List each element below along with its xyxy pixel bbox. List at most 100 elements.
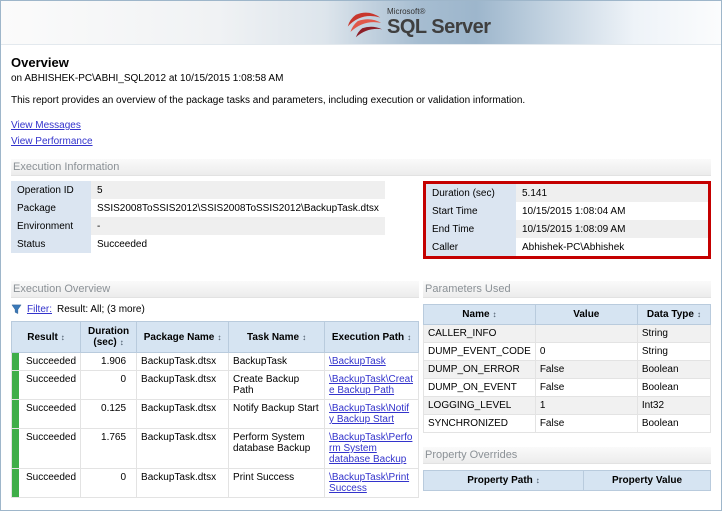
sort-icon[interactable] <box>299 332 306 343</box>
column-header-property-path[interactable]: Property Path <box>423 470 584 491</box>
parameters-used-table: Name Value Data Type CALLER_INFO String … <box>423 304 712 433</box>
column-header-property-value[interactable]: Property Value <box>583 470 711 491</box>
table-header-row: Property Path Property Value <box>423 470 711 491</box>
sql-server-logo: Microsoft® SQL Server <box>346 4 491 40</box>
table-row: End Time 10/15/2015 1:08:09 AM <box>426 220 708 238</box>
table-row: DUMP_ON_ERROR False Boolean <box>423 360 712 379</box>
table-row: Environment - <box>11 217 385 235</box>
sort-icon[interactable] <box>214 332 221 343</box>
sort-icon[interactable] <box>490 309 497 320</box>
column-header-package-name[interactable]: Package Name <box>136 321 230 353</box>
param-type-cell: String <box>636 324 712 343</box>
param-name-cell: DUMP_EVENT_CODE <box>423 342 536 361</box>
success-indicator-bar <box>12 371 19 399</box>
section-header-execution-information: Execution Information <box>11 159 711 176</box>
column-header-execution-path[interactable]: Execution Path <box>324 321 419 353</box>
logo-product-text: SQL Server <box>387 15 491 38</box>
param-type-cell: String <box>636 342 712 361</box>
column-header-data-type[interactable]: Data Type <box>636 304 712 325</box>
page-title: Overview <box>11 55 69 70</box>
param-name-cell: SYNCHRONIZED <box>423 414 536 433</box>
section-header-execution-overview: Execution Overview <box>11 281 419 298</box>
package-cell: BackupTask.dtsx <box>136 352 230 371</box>
duration-cell: 0.125 <box>80 399 138 429</box>
execution-path-link[interactable]: \BackupTask\Notify Backup Start <box>329 403 409 425</box>
logo-microsoft-text: Microsoft® <box>387 6 426 16</box>
section-title: Parameters Used <box>425 283 511 295</box>
info-value: 5 <box>91 181 385 199</box>
banner: Microsoft® SQL Server <box>1 1 721 45</box>
success-indicator-bar <box>12 353 19 370</box>
report-page: Microsoft® SQL Server Overview on ABHISH… <box>0 0 722 511</box>
task-cell: Create Backup Path <box>228 370 326 400</box>
param-name-cell: LOGGING_LEVEL <box>423 396 536 415</box>
duration-cell: 1.765 <box>80 428 138 469</box>
table-row: Duration (sec) 5.141 <box>426 184 708 202</box>
table-row: Package SSIS2008ToSSIS2012\SSIS2008ToSSI… <box>11 199 385 217</box>
duration-cell: 1.906 <box>80 352 138 371</box>
parameters-column: Parameters Used Name Value Data Type CAL… <box>423 269 712 491</box>
execution-path-link[interactable]: \BackupTask\Create Backup Path <box>329 374 413 396</box>
param-name-cell: DUMP_ON_EVENT <box>423 378 536 397</box>
section-title: Property Overrides <box>425 449 518 461</box>
execution-path-link[interactable]: \BackupTask <box>329 356 386 367</box>
sort-icon[interactable] <box>533 475 540 486</box>
info-value: 10/15/2015 1:08:09 AM <box>516 220 708 238</box>
success-indicator-bar <box>12 429 19 468</box>
result-cell: Succeeded <box>10 428 82 469</box>
filter-row: Filter: Result: All; (3 more) <box>11 304 419 315</box>
filter-funnel-icon <box>11 304 22 314</box>
column-header-task-name[interactable]: Task Name <box>228 321 326 353</box>
info-label: Duration (sec) <box>426 184 516 202</box>
result-cell: Succeeded <box>10 399 82 429</box>
table-row: Status Succeeded <box>11 235 385 253</box>
param-type-cell: Boolean <box>636 414 712 433</box>
filter-link[interactable]: Filter: <box>27 304 52 315</box>
section-header-property-overrides: Property Overrides <box>423 447 711 464</box>
sort-icon[interactable] <box>117 337 124 348</box>
param-value-cell: False <box>534 360 638 379</box>
column-header-duration[interactable]: Duration (sec) <box>80 321 138 353</box>
report-description: This report provides an overview of the … <box>11 95 526 106</box>
sql-server-logo-icon <box>347 12 382 38</box>
result-cell: Succeeded <box>10 468 82 498</box>
sort-icon[interactable] <box>58 332 65 343</box>
package-cell: BackupTask.dtsx <box>136 468 230 498</box>
table-row: LOGGING_LEVEL 1 Int32 <box>423 396 712 415</box>
view-performance-link[interactable]: View Performance <box>11 136 93 147</box>
column-header-value[interactable]: Value <box>534 304 638 325</box>
success-indicator-bar <box>12 400 19 428</box>
param-name-cell: CALLER_INFO <box>423 324 536 343</box>
sort-icon[interactable] <box>404 332 411 343</box>
info-label: Package <box>11 199 91 217</box>
info-label: Start Time <box>426 202 516 220</box>
sort-icon[interactable] <box>694 309 701 320</box>
param-value-cell: False <box>534 414 638 433</box>
execution-path-link[interactable]: \BackupTask\Print Success <box>329 472 409 494</box>
task-cell: Notify Backup Start <box>228 399 326 429</box>
duration-cell: 0 <box>80 370 138 400</box>
property-overrides-table: Property Path Property Value <box>423 470 711 491</box>
param-type-cell: Int32 <box>636 396 712 415</box>
table-row: Operation ID 5 <box>11 181 385 199</box>
info-label: Status <box>11 235 91 253</box>
param-value-cell <box>534 324 638 343</box>
table-row: SYNCHRONIZED False Boolean <box>423 414 712 433</box>
execution-details-table: Duration (sec) 5.141 Start Time 10/15/20… <box>426 184 708 256</box>
param-value-cell: False <box>534 378 638 397</box>
param-value-cell: 0 <box>534 342 638 361</box>
column-header-name[interactable]: Name <box>423 304 536 325</box>
table-row: Succeeded 0 BackupTask.dtsx Print Succes… <box>10 468 419 498</box>
param-name-cell: DUMP_ON_ERROR <box>423 360 536 379</box>
section-title: Execution Information <box>13 161 120 173</box>
execution-path-link[interactable]: \BackupTask\Perform System database Back… <box>329 432 412 465</box>
table-header-row: Result Duration (sec) Package Name Task … <box>10 321 419 353</box>
table-row: DUMP_EVENT_CODE 0 String <box>423 342 712 361</box>
view-messages-link[interactable]: View Messages <box>11 120 81 131</box>
info-label: Caller <box>426 238 516 256</box>
execution-overview-column: Execution Overview Filter: Result: All; … <box>10 269 419 498</box>
success-indicator-bar <box>12 469 19 497</box>
param-value-cell: 1 <box>534 396 638 415</box>
column-header-result[interactable]: Result <box>10 321 82 353</box>
table-row: Start Time 10/15/2015 1:08:04 AM <box>426 202 708 220</box>
